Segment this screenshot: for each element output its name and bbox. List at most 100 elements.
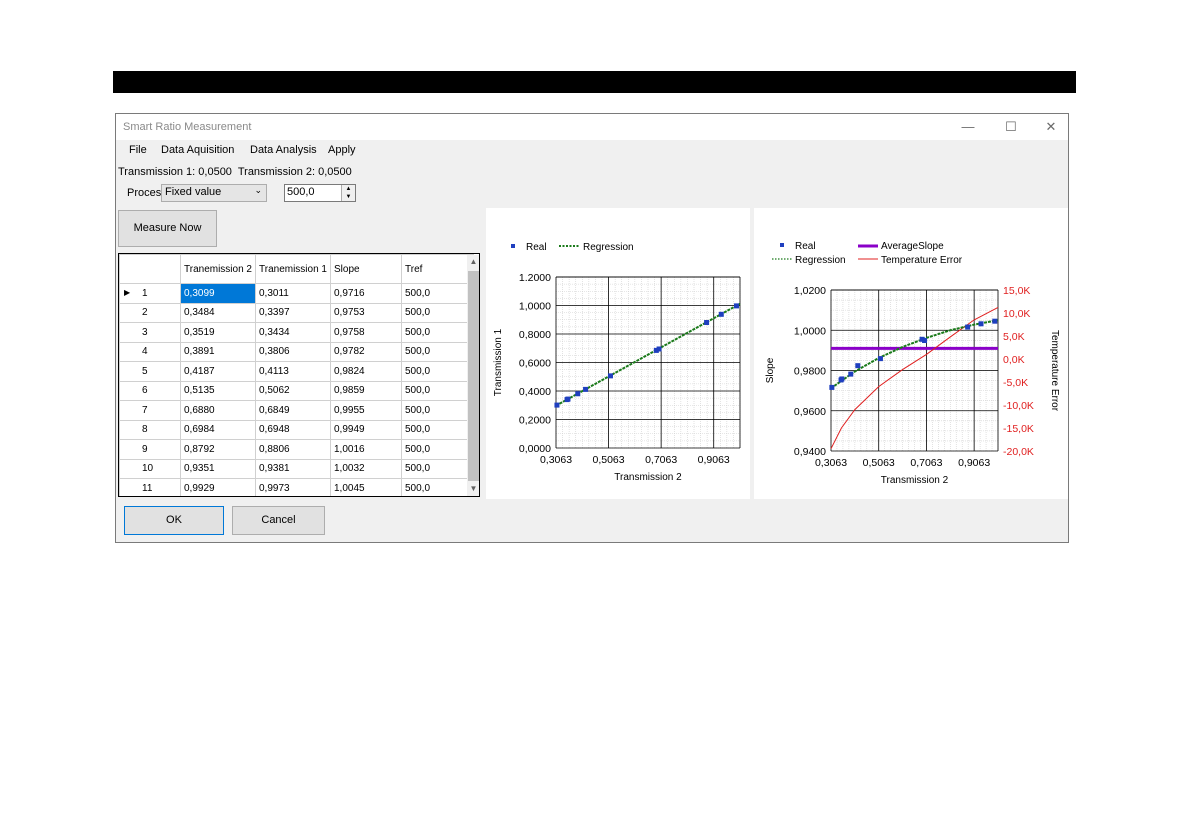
table-row[interactable]: 3 0,3519 0,3434 0,9758 500,0 [119, 322, 474, 343]
table-row[interactable]: 9 0,8792 0,8806 1,0016 500,0 [119, 439, 474, 460]
grid-cell[interactable]: 0,3484 [180, 302, 256, 323]
grid-cell[interactable]: 500,0 [401, 400, 474, 421]
grid-cell[interactable]: 0,3397 [255, 302, 331, 323]
grid-cell[interactable]: 0,5135 [180, 380, 256, 401]
grid-cell[interactable]: 500,0 [401, 439, 474, 460]
grid-cell[interactable]: 1,0016 [330, 439, 402, 460]
transmission-chart: Real Regression 0,0000 0,2000 0,4000 0,6000 0,… [486, 208, 750, 499]
title-bar[interactable]: Smart Ratio Measurement — ☐ ✕ [116, 114, 1068, 140]
table-row[interactable]: 5 0,4187 0,4113 0,9824 500,0 [119, 361, 474, 382]
grid-cell[interactable]: 0,8806 [255, 439, 331, 460]
grid-cell[interactable]: 0,9859 [330, 380, 402, 401]
cancel-button[interactable]: Cancel [232, 506, 325, 535]
scroll-thumb[interactable] [468, 271, 479, 481]
column-header-tref[interactable]: Tref [401, 254, 474, 284]
grid-cell[interactable]: 500,0 [401, 341, 474, 362]
grid-cell[interactable]: 0,9955 [330, 400, 402, 421]
y-tick-label: 1,0000 [519, 301, 551, 313]
table-row[interactable]: 10 0,9351 0,9381 1,0032 500,0 [119, 458, 474, 479]
row-header[interactable]: 5 [119, 361, 181, 382]
row-header-corner [119, 254, 181, 284]
table-row[interactable]: 7 0,6880 0,6849 0,9955 500,0 [119, 400, 474, 421]
grid-cell[interactable]: 500,0 [401, 458, 474, 479]
grid-cell[interactable]: 0,4187 [180, 361, 256, 382]
data-point-real [718, 311, 724, 317]
tref-stepper[interactable]: 500,0 ▲ ▼ [284, 184, 356, 202]
grid-cell[interactable]: 0,9351 [180, 458, 256, 479]
vertical-scrollbar[interactable]: ▲ ▼ [467, 255, 479, 496]
grid-cell[interactable]: 0,3434 [255, 322, 331, 343]
row-header[interactable]: ▶ 1 [119, 283, 181, 304]
table-row[interactable]: 11 0,9929 0,9973 1,0045 500,0 [119, 478, 474, 496]
spin-down-icon[interactable]: ▼ [342, 193, 355, 201]
grid-cell[interactable]: 500,0 [401, 283, 474, 304]
grid-cell[interactable]: 0,9824 [330, 361, 402, 382]
grid-cell[interactable]: 0,9973 [255, 478, 331, 496]
table-row[interactable]: 2 0,3484 0,3397 0,9753 500,0 [119, 302, 474, 323]
grid-cell[interactable]: 1,0032 [330, 458, 402, 479]
table-row[interactable]: 8 0,6984 0,6948 0,9949 500,0 [119, 419, 474, 440]
menu-apply[interactable]: Apply [328, 144, 356, 156]
grid-cell[interactable]: 0,4113 [255, 361, 331, 382]
grid-cell[interactable]: 0,9782 [330, 341, 402, 362]
data-grid[interactable]: Tranemission 2 Tranemission 1 Slope Tref… [118, 253, 480, 497]
row-header[interactable]: 8 [119, 419, 181, 440]
close-button[interactable]: ✕ [1037, 118, 1065, 136]
minimize-button[interactable]: — [954, 118, 982, 136]
grid-cell[interactable]: 0,9949 [330, 419, 402, 440]
grid-cell[interactable]: 0,6948 [255, 419, 331, 440]
maximize-button[interactable]: ☐ [997, 118, 1025, 136]
menu-data-aquisition[interactable]: Data Aquisition [161, 144, 234, 156]
grid-cell[interactable]: 0,5062 [255, 380, 331, 401]
y-tick-label: 0,4000 [519, 386, 551, 398]
table-header-row: Tranemission 2 Tranemission 1 Slope Tref [119, 254, 474, 284]
row-header[interactable]: 9 [119, 439, 181, 460]
row-header[interactable]: 10 [119, 458, 181, 479]
grid-cell[interactable]: 0,9716 [330, 283, 402, 304]
scroll-down-icon[interactable]: ▼ [467, 482, 479, 496]
measure-now-button[interactable]: Measure Now (F12) [118, 210, 217, 269]
row-header[interactable]: 6 [119, 380, 181, 401]
grid-cell[interactable]: 0,9381 [255, 458, 331, 479]
grid-cell[interactable]: 1,0045 [330, 478, 402, 496]
grid-cell[interactable]: 0,6880 [180, 400, 256, 421]
grid-cell[interactable]: 0,3806 [255, 341, 331, 362]
column-header-slope[interactable]: Slope [330, 254, 402, 284]
menu-file[interactable]: File [129, 144, 147, 156]
grid-cell[interactable]: 0,6849 [255, 400, 331, 421]
row-header[interactable]: 4 [119, 341, 181, 362]
grid-cell[interactable]: 0,9758 [330, 322, 402, 343]
grid-cell[interactable]: 500,0 [401, 380, 474, 401]
spin-buttons[interactable]: ▲ ▼ [341, 185, 355, 201]
grid-cell[interactable]: 0,9753 [330, 302, 402, 323]
grid-cell[interactable]: 0,6984 [180, 419, 256, 440]
menu-data-analysis[interactable]: Data Analysis [250, 144, 317, 156]
grid-cell[interactable]: 500,0 [401, 419, 474, 440]
spin-up-icon[interactable]: ▲ [342, 185, 355, 193]
process-select[interactable]: Fixed value ⌄ [161, 184, 267, 202]
grid-cell[interactable]: 0,3099 [180, 283, 256, 304]
grid-cell[interactable]: 500,0 [401, 322, 474, 343]
row-header[interactable]: 3 [119, 322, 181, 343]
table-row[interactable]: 4 0,3891 0,3806 0,9782 500,0 [119, 341, 474, 362]
grid-cell[interactable]: 500,0 [401, 478, 474, 496]
scroll-up-icon[interactable]: ▲ [467, 255, 479, 269]
grid-cell[interactable]: 500,0 [401, 361, 474, 382]
column-header-transmission-2[interactable]: Tranemission 2 [180, 254, 256, 284]
row-header[interactable]: 11 [119, 478, 181, 496]
data-point-real [575, 391, 581, 397]
column-header-transmission-1[interactable]: Tranemission 1 [255, 254, 331, 284]
grid-cell[interactable]: 0,3519 [180, 322, 256, 343]
table-row[interactable]: 6 0,5135 0,5062 0,9859 500,0 [119, 380, 474, 401]
table-row[interactable]: ▶ 1 0,3099 0,3011 0,9716 500,0 [119, 283, 474, 304]
grid-cell[interactable]: 0,3891 [180, 341, 256, 362]
grid-cell[interactable]: 0,8792 [180, 439, 256, 460]
grid-cell[interactable]: 0,3011 [255, 283, 331, 304]
y-tick-label: 0,8000 [519, 329, 551, 341]
ok-button[interactable]: OK [124, 506, 224, 535]
grid-cell[interactable]: 0,9929 [180, 478, 256, 496]
row-header[interactable]: 2 [119, 302, 181, 323]
row-header[interactable]: 7 [119, 400, 181, 421]
grid-cell[interactable]: 500,0 [401, 302, 474, 323]
data-point-real [877, 356, 883, 362]
